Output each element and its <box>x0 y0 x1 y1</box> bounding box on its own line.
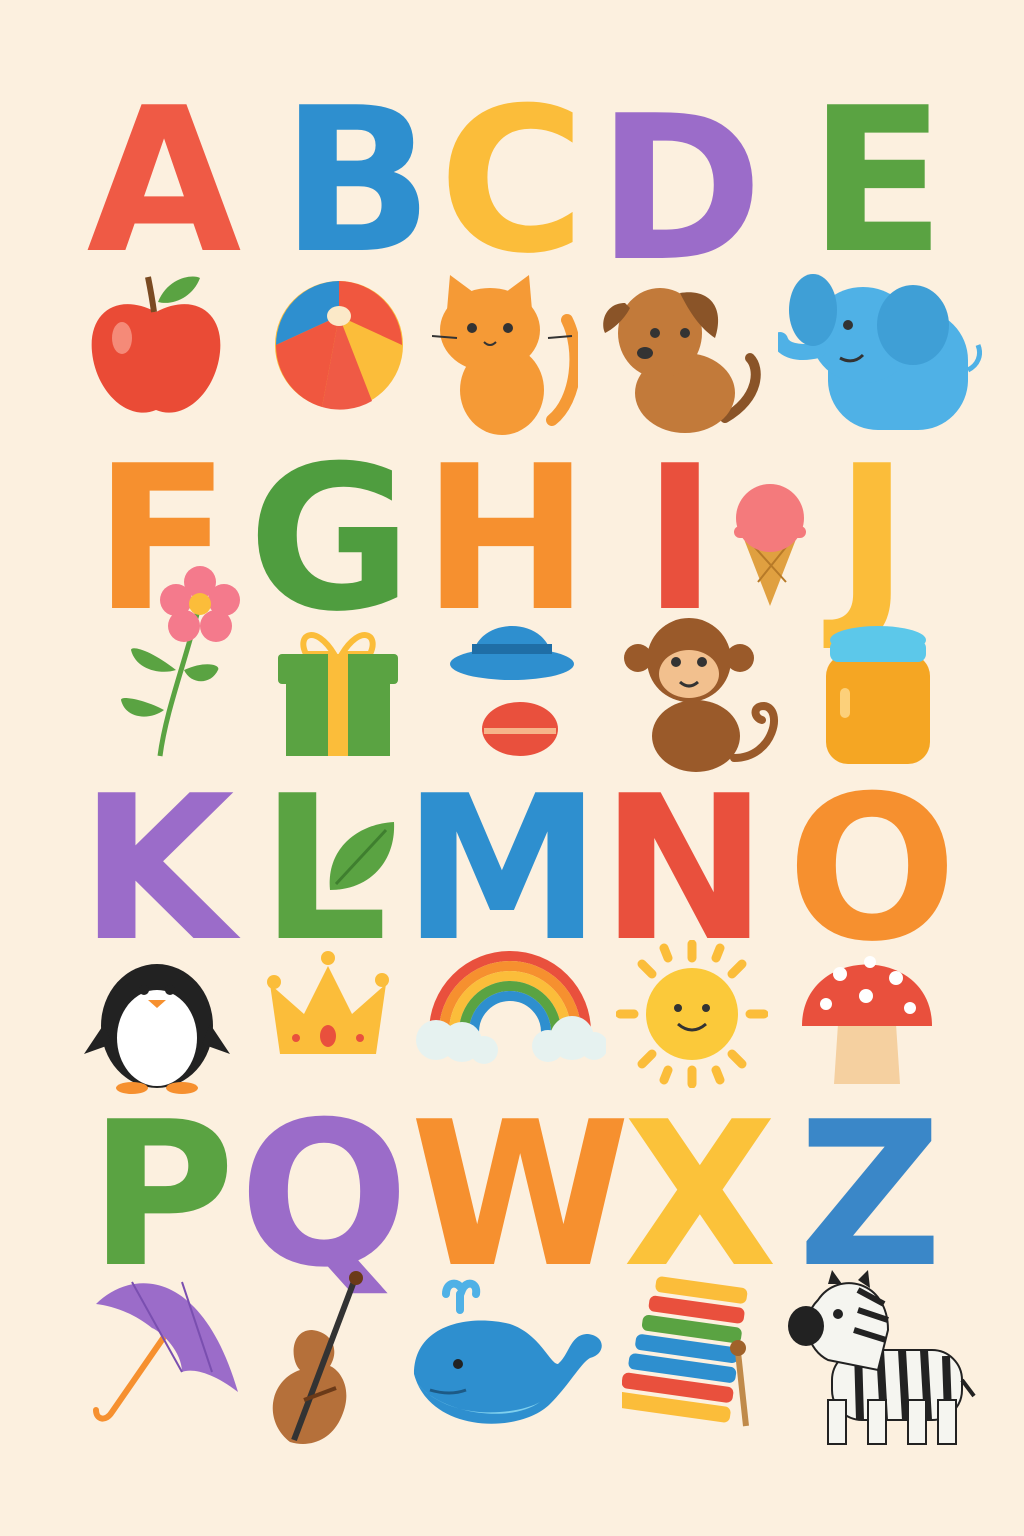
leaf-icon <box>326 820 396 894</box>
gift-icon <box>276 624 400 758</box>
umbrella-icon <box>92 1272 242 1432</box>
penguin-icon <box>82 944 232 1094</box>
apple-icon <box>88 272 224 418</box>
zebra-icon <box>788 1270 976 1450</box>
rainbow-icon <box>414 942 606 1066</box>
letter-z: Z <box>797 1079 942 1312</box>
hat-icon <box>448 604 576 684</box>
letter-g: G <box>247 423 412 656</box>
letter-w: W <box>410 1079 631 1312</box>
letter-d: D <box>596 73 763 306</box>
monkey-icon <box>624 618 782 774</box>
letter-o: O <box>786 753 957 986</box>
dog-icon <box>600 278 762 436</box>
letter-a: A <box>86 65 242 298</box>
letter-e: E <box>808 65 946 298</box>
crown-icon <box>266 950 390 1064</box>
mushroom-icon <box>800 944 934 1090</box>
ice-cream-icon <box>730 482 810 608</box>
cat-icon <box>432 270 578 436</box>
flower-icon <box>116 560 248 760</box>
violin-icon <box>260 1270 366 1448</box>
letter-m: M <box>402 753 601 986</box>
letter-q: Q <box>238 1079 409 1312</box>
macaron-icon <box>480 700 560 758</box>
elephant-icon <box>778 270 982 438</box>
xylophone-icon <box>622 1276 758 1432</box>
sun-icon <box>616 940 768 1088</box>
jar-icon <box>824 624 932 766</box>
whale-icon <box>410 1274 608 1438</box>
beach-ball-icon <box>272 276 406 414</box>
